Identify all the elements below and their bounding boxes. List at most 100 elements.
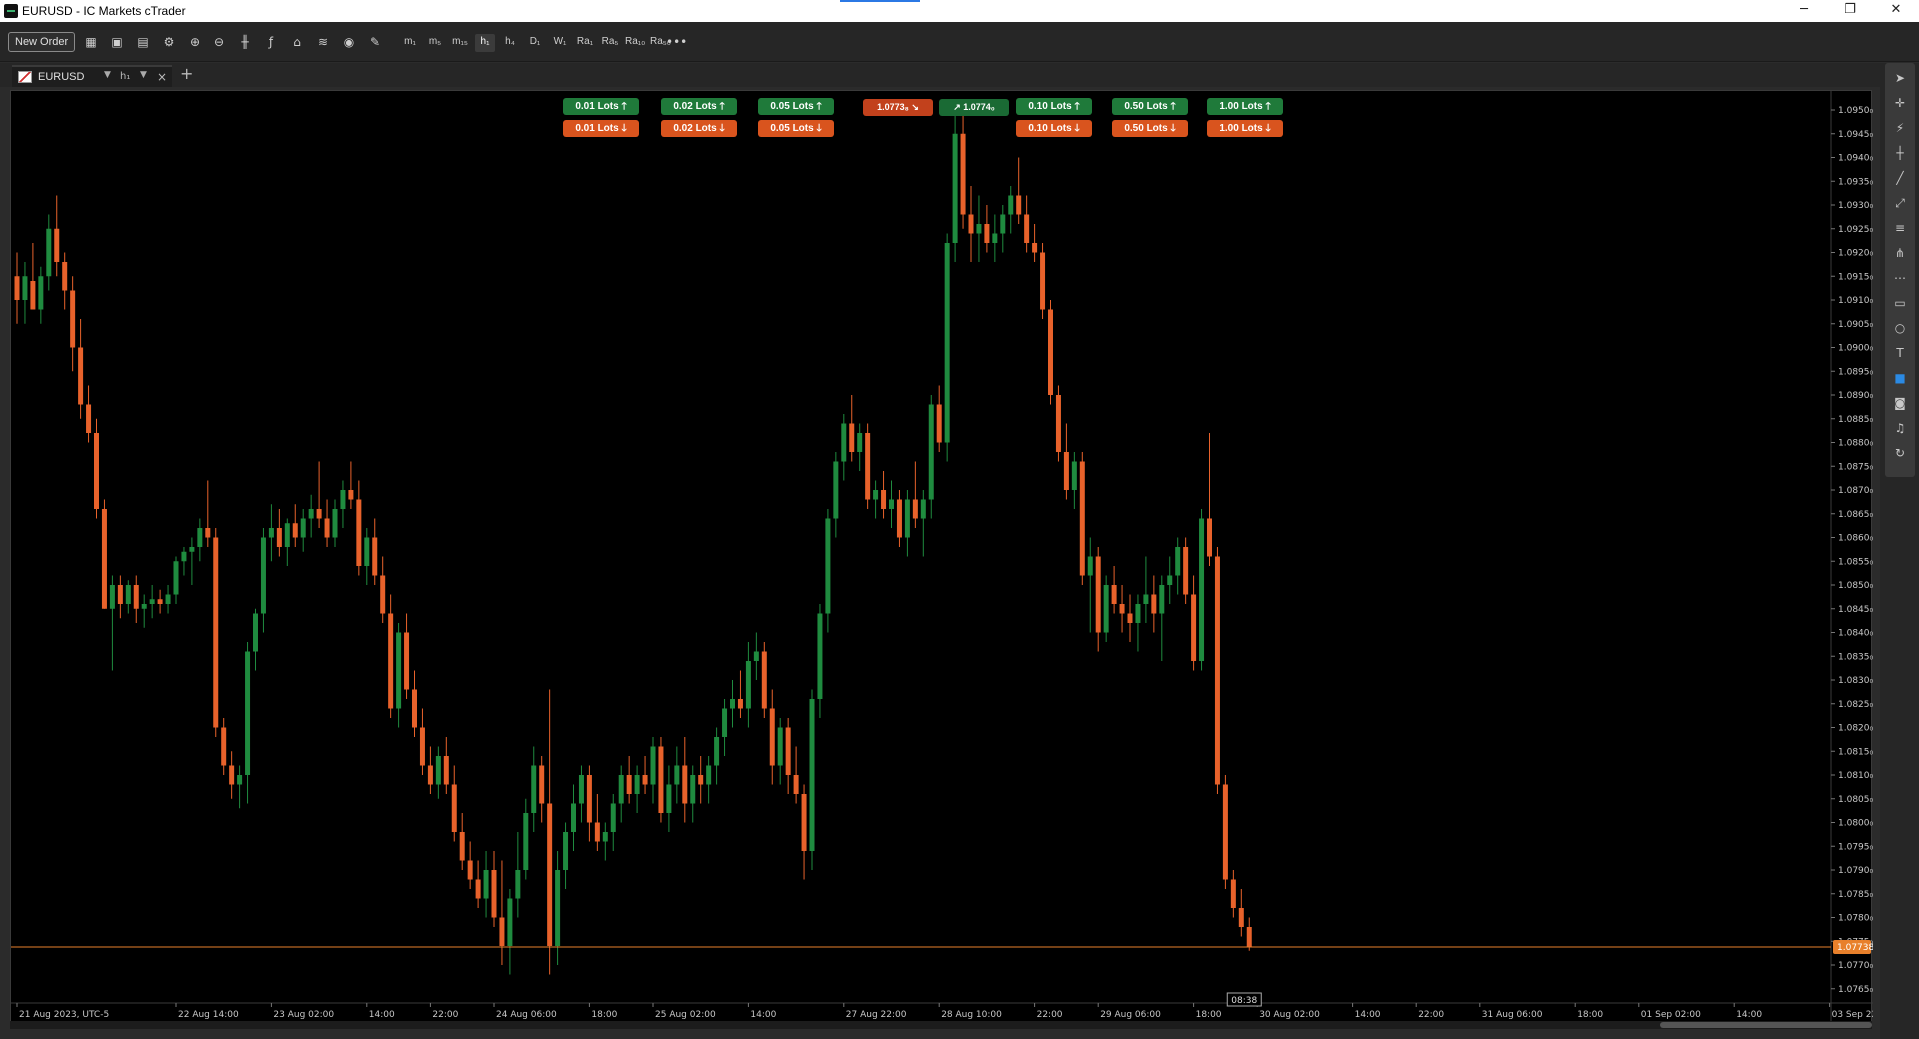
bull-candle [889,499,894,509]
minimize-button[interactable]: ─ [1781,0,1827,22]
scrollbar-thumb[interactable] [1660,1022,1872,1028]
buy-01-lots-button[interactable]: 0.01 Lots 🡑 [563,98,639,115]
buy-05-lots-button[interactable]: 0.05 Lots 🡑 [758,98,834,115]
bear-candle [1032,243,1038,253]
timeframe-button[interactable]: h₁ [475,34,495,52]
bull-candle [944,243,950,443]
timeframe-button[interactable]: W₁ [550,34,570,52]
timeframe-button[interactable]: D₁ [525,34,545,52]
symbol-flag-icon [18,71,32,83]
bear-candle [54,228,60,262]
timeframe-button[interactable]: Ra₅₀ [650,34,671,52]
bear-candle [404,632,410,690]
multi-chart-icon[interactable]: ▦ [82,34,100,52]
y-tick-label: 1.0860₀ [1838,534,1873,544]
bear-candle [1048,309,1053,395]
new-order-button[interactable]: New Order [8,32,76,52]
single-chart-icon[interactable]: ▣ [108,34,126,52]
restore-button[interactable]: ❐ [1827,0,1873,22]
zoom-out-icon[interactable]: ⊖ [210,34,228,52]
timeframe-button[interactable]: Ra₁ [575,34,595,52]
color-swatch-icon[interactable]: ■ [1885,367,1915,389]
bull-candle [125,585,131,604]
close-window-button[interactable]: ✕ [1873,0,1919,22]
bear-candle [1127,613,1133,623]
timeframe-button[interactable]: Ra₅ [600,34,620,52]
history-icon[interactable]: ↻ [1885,442,1915,464]
buy-price-button[interactable]: ↗ 1.0774₀ [939,99,1009,116]
bull-candle [706,765,712,785]
pitchfork-icon[interactable]: ⋔ [1885,242,1915,264]
horizontal-line-icon[interactable]: ┼ [1885,142,1915,164]
bull-candle [1175,547,1181,576]
drawing-settings-icon[interactable]: ✎ [366,34,384,52]
crosshair-icon[interactable]: ✛ [1885,92,1915,114]
timeframe-button[interactable]: m₅ [425,34,445,52]
x-tick-label: 31 Aug 06:00 [1482,1010,1543,1020]
magnet-icon[interactable]: ⚡ [1885,117,1915,139]
symbol-dropdown-icon[interactable]: ▼ [104,70,111,80]
timeframe-button[interactable]: m₁₅ [450,34,470,52]
ray-icon[interactable]: ⤢ [1885,192,1915,214]
sell-10-lots-button[interactable]: 0.10 Lots 🡓 [1016,120,1092,137]
zoom-in-icon[interactable]: ⊕ [186,34,204,52]
add-tab-icon[interactable]: + [180,66,193,82]
bull-candle [920,499,926,519]
bear-candle [849,423,855,452]
current-price-label: 1.07738 [1837,943,1873,953]
chart-settings-icon[interactable]: ⚙ [160,34,178,52]
chart-type-icon[interactable]: ╫ [236,34,254,52]
buy-100-lots-button[interactable]: 1.00 Lots 🡑 [1207,98,1283,115]
bear-candle [30,281,36,310]
bear-candle [896,499,902,538]
bear-candle [1095,556,1101,633]
chart-layout-icon[interactable]: ▤ [134,34,152,52]
bear-candle [1055,395,1061,452]
bots-icon[interactable]: ⌂ [288,34,306,52]
bull-candle [165,594,171,604]
timeframe-dropdown-icon[interactable]: ▼ [140,70,147,80]
bear-candle [881,490,887,509]
buy-10-lots-button[interactable]: 0.10 Lots 🡑 [1016,98,1092,115]
bull-candle [396,632,402,709]
close-tab-icon[interactable]: × [157,70,167,84]
grid-icon[interactable]: ⋯ [1885,267,1915,289]
rectangle-icon[interactable]: ▭ [1885,292,1915,314]
cursor-icon[interactable]: ➤ [1885,67,1915,89]
buy-02-lots-button[interactable]: 0.02 Lots 🡑 [661,98,737,115]
visibility-icon[interactable]: ◉ [340,34,358,52]
x-tick-label: 18:00 [1196,1010,1222,1020]
alert-bell-icon[interactable]: ♫ [1885,417,1915,439]
trend-line-icon[interactable]: ╱ [1885,167,1915,189]
layers-icon[interactable]: ≋ [314,34,332,52]
timeframe-button[interactable]: m₁ [400,34,420,52]
candlestick-chart[interactable]: 1.0950₀ 1.0945₀ 1.0940₀ 1.0935₀ 1.0930₀ 1.092… [11,91,1873,1021]
ellipse-icon[interactable]: ○ [1885,317,1915,339]
sell-05-lots-button[interactable]: 0.05 Lots 🡓 [758,120,834,137]
sell-01-lots-button[interactable]: 0.01 Lots 🡓 [563,120,639,137]
sell-02-lots-button[interactable]: 0.02 Lots 🡓 [661,120,737,137]
bear-candle [94,433,99,509]
bear-candle [936,404,942,443]
buy-50-lots-button[interactable]: 0.50 Lots 🡑 [1112,98,1188,115]
camera-icon[interactable]: ◙ [1885,392,1915,414]
indicators-icon[interactable]: ƒ [262,34,280,52]
bull-candle [197,528,203,547]
bear-candle [205,528,211,538]
sell-price-button[interactable]: 1.0773₈ ↘ [863,99,933,116]
timeframe-button[interactable]: Ra₁₀ [625,34,645,52]
bull-candle [507,898,513,946]
text-icon[interactable]: T [1885,342,1915,364]
chart-tab-eurusd[interactable]: EURUSD ▼ h₁ ▼ × [12,65,172,87]
tab-timeframe[interactable]: h₁ [120,71,130,82]
sell-50-lots-button[interactable]: 0.50 Lots 🡓 [1112,120,1188,137]
bear-candle [276,528,282,547]
bear-candle [443,756,449,785]
chart-area[interactable]: 1.0950₀ 1.0945₀ 1.0940₀ 1.0935₀ 1.0930₀ 1.092… [10,90,1873,1028]
bar-countdown: 08:38 [1231,996,1257,1006]
horizontal-scrollbar[interactable] [10,1021,1872,1029]
sell-100-lots-button[interactable]: 1.00 Lots 🡓 [1207,120,1283,137]
timeframe-button[interactable]: h₄ [500,34,520,52]
bear-candle [459,832,465,861]
fibonacci-icon[interactable]: ≡ [1885,217,1915,239]
